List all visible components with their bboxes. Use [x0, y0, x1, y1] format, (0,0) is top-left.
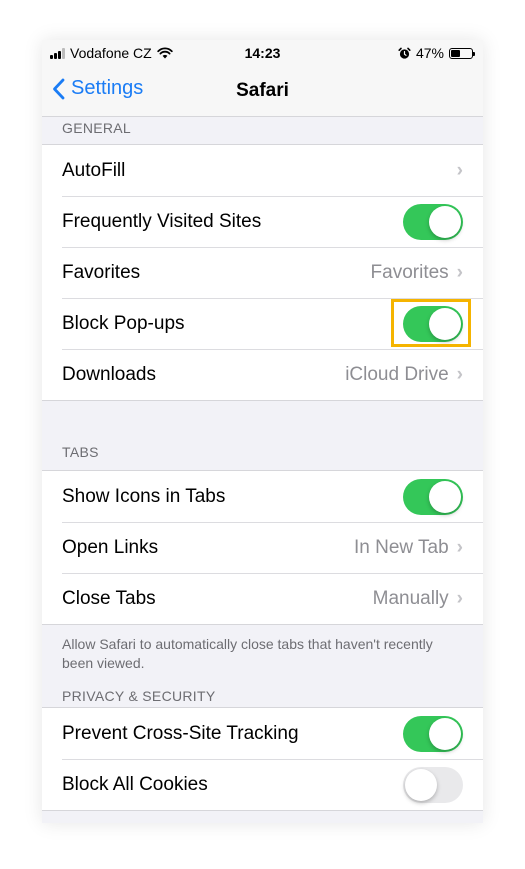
- status-right: 47%: [398, 45, 475, 61]
- row-label: Downloads: [62, 363, 156, 385]
- row-downloads[interactable]: Downloads iCloud Drive ›: [42, 349, 483, 400]
- chevron-right-icon: ›: [456, 587, 463, 609]
- chevron-right-icon: ›: [456, 261, 463, 283]
- row-label: AutoFill: [62, 159, 126, 181]
- toggle-knob: [429, 307, 461, 340]
- row-label: Show Icons in Tabs: [62, 485, 226, 507]
- row-prevent-tracking: Prevent Cross-Site Tracking: [42, 708, 483, 759]
- battery-icon: [449, 47, 475, 59]
- toggle-knob: [429, 480, 461, 513]
- row-block-popups: Block Pop-ups: [42, 298, 483, 349]
- group-privacy: Prevent Cross-Site Tracking Block All Co…: [42, 707, 483, 811]
- row-label: Block All Cookies: [62, 773, 208, 795]
- section-header-privacy: PRIVACY & SECURITY: [62, 688, 216, 704]
- row-value: Favorites: [370, 261, 449, 283]
- chevron-right-icon: ›: [456, 536, 463, 558]
- chevron-right-icon: ›: [456, 363, 463, 385]
- chevron-right-icon: ›: [456, 159, 463, 181]
- alarm-icon: [398, 47, 411, 59]
- toggle-show-icons[interactable]: [403, 478, 463, 515]
- row-block-cookies: Block All Cookies: [42, 759, 483, 810]
- navigation-bar: Settings Safari: [42, 68, 483, 117]
- row-value: In New Tab: [353, 536, 449, 558]
- row-label: Close Tabs: [62, 587, 156, 609]
- section-header-general: GENERAL: [62, 120, 132, 136]
- toggle-prevent-tracking[interactable]: [403, 715, 463, 752]
- phone-screen: Vodafone CZ 14:23 47% Settings Safari GE…: [42, 40, 483, 823]
- toggle-knob: [429, 205, 461, 238]
- group-general: AutoFill › Frequently Visited Sites Favo…: [42, 144, 483, 401]
- group-tabs: Show Icons in Tabs Open Links In New Tab…: [42, 470, 483, 625]
- toggle-knob: [429, 717, 461, 750]
- row-autofill[interactable]: AutoFill ›: [42, 145, 483, 196]
- toggle-knob: [405, 768, 437, 801]
- close-tabs-footnote: Allow Safari to automatically close tabs…: [62, 636, 433, 671]
- row-label: Favorites: [62, 261, 141, 283]
- page-title: Safari: [236, 80, 289, 101]
- toggle-frequently-visited[interactable]: [403, 203, 463, 240]
- row-open-links[interactable]: Open Links In New Tab ›: [42, 522, 483, 573]
- row-favorites[interactable]: Favorites Favorites ›: [42, 247, 483, 298]
- row-label: Open Links: [62, 536, 159, 558]
- row-frequently-visited: Frequently Visited Sites: [42, 196, 483, 247]
- settings-list: GENERAL AutoFill › Frequently Visited Si…: [42, 117, 483, 811]
- toggle-block-popups[interactable]: [391, 298, 471, 347]
- section-header-tabs: TABS: [62, 444, 99, 460]
- row-show-icons: Show Icons in Tabs: [42, 471, 483, 522]
- row-label: Block Pop-ups: [62, 312, 185, 334]
- row-label: Prevent Cross-Site Tracking: [62, 722, 299, 744]
- row-value: Manually: [372, 587, 449, 609]
- battery-percent: 47%: [415, 45, 444, 61]
- row-value: iCloud Drive: [345, 363, 449, 385]
- toggle-block-cookies[interactable]: [403, 766, 463, 803]
- row-close-tabs[interactable]: Close Tabs Manually ›: [42, 573, 483, 624]
- row-label: Frequently Visited Sites: [62, 210, 262, 232]
- status-bar: Vodafone CZ 14:23 47%: [42, 40, 483, 68]
